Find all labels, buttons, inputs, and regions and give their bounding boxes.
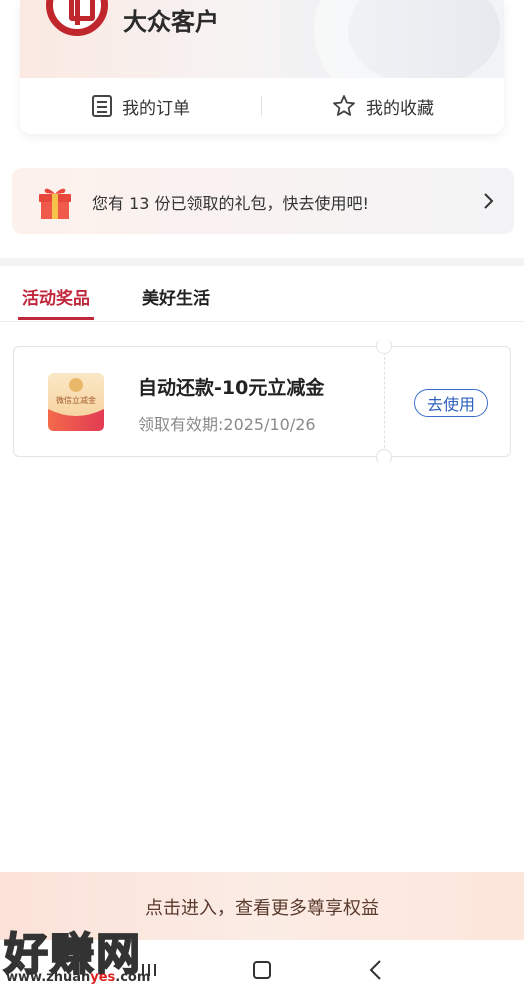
active-tab-indicator — [18, 317, 94, 320]
tab-good-life[interactable]: 美好生活 — [142, 284, 210, 309]
coupon-notch-top — [376, 338, 392, 354]
watermark-url-suffix: .com — [115, 970, 151, 985]
star-icon — [333, 95, 355, 116]
use-coupon-button[interactable]: 去使用 — [414, 389, 488, 417]
my-orders-label: 我的订单 — [122, 98, 190, 119]
coupon-dashed-divider — [384, 347, 385, 458]
gift-icon — [39, 188, 71, 219]
my-favorites-link[interactable]: 我的收藏 — [262, 78, 504, 134]
tab-activity-prizes[interactable]: 活动奖品 — [22, 284, 90, 309]
section-divider — [0, 258, 524, 266]
orders-icon — [92, 95, 112, 117]
coupon-expiry: 领取有效期:2025/10/26 — [138, 415, 316, 434]
profile-banner: 大众客户 — [20, 0, 504, 120]
home-icon[interactable] — [250, 958, 274, 982]
gift-banner-text: 您有 13 份已领取的礼包，快去使用吧! — [92, 194, 369, 213]
coupon-title: 自动还款-10元立减金 — [138, 377, 325, 399]
prize-tabs: 活动奖品 美好生活 — [0, 266, 524, 322]
coupon-image-label: 微信立减金 — [56, 395, 96, 405]
quick-links-divider — [261, 96, 262, 116]
chevron-right-icon — [484, 193, 494, 209]
coupon-envelope-icon: 微信立减金 — [48, 373, 104, 431]
watermark-url: www.zhuanyes.com — [6, 970, 150, 985]
quick-links: 我的订单 我的收藏 — [20, 78, 504, 134]
site-watermark: 好赚网 www.zhuanyes.com — [3, 918, 194, 990]
watermark-url-highlight: yes — [90, 970, 116, 985]
more-benefits-text: 点击进入，查看更多尊享权益 — [145, 898, 379, 919]
my-orders-link[interactable]: 我的订单 — [20, 78, 262, 134]
watermark-url-prefix: www.zhuan — [6, 970, 91, 985]
bank-logo-icon — [46, 0, 108, 36]
my-favorites-label: 我的收藏 — [366, 98, 434, 119]
back-icon[interactable] — [364, 958, 388, 982]
gift-package-banner[interactable]: 您有 13 份已领取的礼包，快去使用吧! — [12, 168, 514, 234]
coupon-notch-bottom — [376, 449, 392, 465]
coupon-card: 微信立减金 自动还款-10元立减金 领取有效期:2025/10/26 去使用 — [13, 338, 511, 465]
customer-level-title: 大众客户 — [123, 7, 219, 36]
profile-card: 大众客户 我的订单 我的收藏 — [20, 0, 504, 134]
